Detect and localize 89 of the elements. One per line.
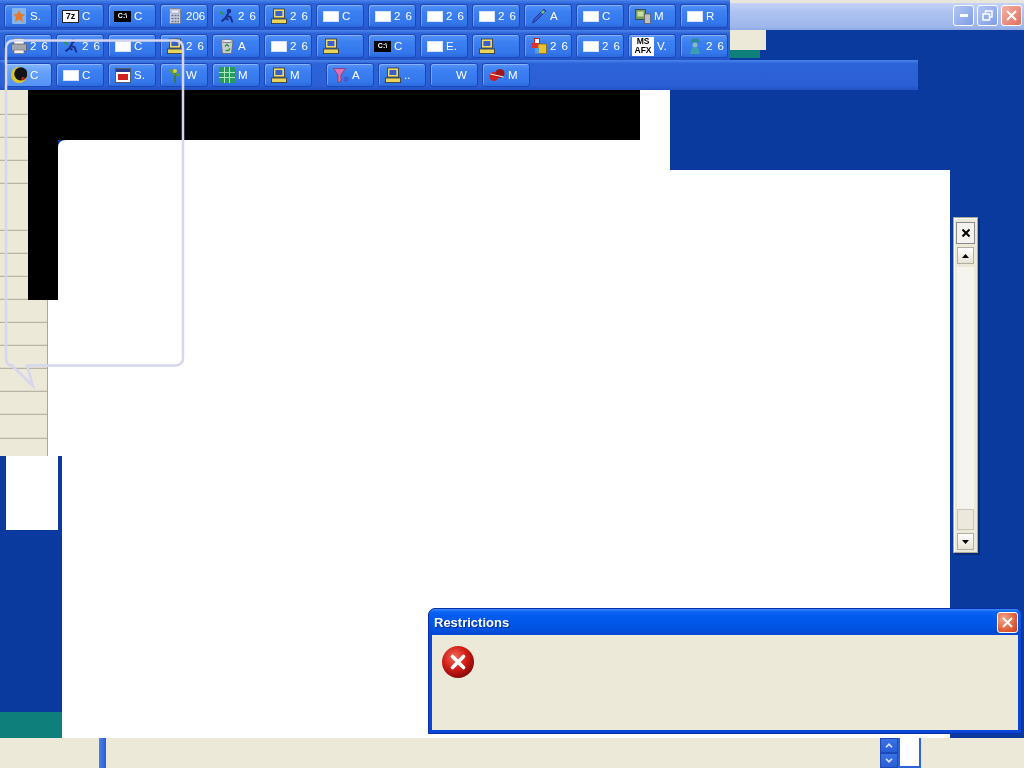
window-icon bbox=[426, 10, 443, 22]
scrollbar-thumb[interactable] bbox=[957, 509, 974, 530]
window-icon bbox=[114, 40, 131, 52]
taskbar-button[interactable]: A bbox=[212, 34, 260, 58]
window-icon bbox=[270, 40, 287, 52]
calculator-icon bbox=[168, 8, 181, 24]
taskbar-button[interactable]: 7z C bbox=[56, 4, 104, 28]
bin-icon bbox=[219, 38, 234, 54]
moon-icon bbox=[10, 67, 27, 83]
dialog-title: Restrictions bbox=[434, 614, 510, 630]
taskbar-button[interactable]: R bbox=[680, 4, 728, 28]
window-icon bbox=[582, 10, 599, 22]
text-tile-icon: MS AFX bbox=[632, 36, 654, 56]
close-button[interactable] bbox=[956, 222, 975, 244]
taskbar-button[interactable]: A bbox=[524, 4, 572, 28]
taskbar-button[interactable]: C bbox=[316, 4, 364, 28]
taskbar-button[interactable]: E. bbox=[420, 34, 468, 58]
taskbar-button[interactable]: 2 6 bbox=[472, 4, 520, 28]
chevron-up-icon bbox=[885, 743, 893, 748]
taskbar-button[interactable]: M bbox=[628, 4, 676, 28]
balls-icon bbox=[488, 68, 505, 82]
printer-icon bbox=[10, 38, 27, 54]
computer-icon bbox=[322, 38, 339, 54]
taskbar-button[interactable]: 2 6 bbox=[212, 4, 260, 28]
taskbar-button[interactable]: M bbox=[212, 63, 260, 87]
window-icon bbox=[374, 10, 391, 22]
taskbar-button[interactable]: 2 6 bbox=[368, 4, 416, 28]
computer-icon bbox=[384, 67, 401, 83]
window-icon bbox=[478, 10, 495, 22]
grid-icon bbox=[218, 67, 235, 83]
close-icon bbox=[1006, 10, 1017, 21]
blocks-icon bbox=[530, 38, 547, 54]
computer-icon bbox=[166, 38, 183, 54]
chevron-down-icon bbox=[885, 758, 893, 763]
app-window-icon bbox=[114, 67, 131, 83]
restore-icon bbox=[982, 10, 993, 21]
taskbar-button[interactable]: 2 6 bbox=[56, 34, 104, 58]
close-icon bbox=[961, 229, 970, 237]
funnel-icon bbox=[332, 67, 349, 83]
taskbar-button[interactable] bbox=[316, 34, 364, 58]
taskbar-button[interactable]: W bbox=[430, 63, 478, 87]
taskbar-button[interactable]: M bbox=[482, 63, 530, 87]
window-fragment bbox=[730, 30, 766, 50]
star-tile-icon bbox=[11, 8, 26, 24]
computer-icon bbox=[270, 8, 287, 24]
taskbar-button[interactable]: S. bbox=[108, 63, 156, 87]
taskbar-button[interactable]: 2 6 bbox=[680, 34, 728, 58]
taskbar-button[interactable]: A bbox=[326, 63, 374, 87]
taskbar-button[interactable]: C bbox=[576, 4, 624, 28]
text-tile-icon: 7z bbox=[62, 9, 79, 23]
spin-up-button[interactable] bbox=[880, 738, 898, 753]
taskbar-button[interactable]: 2 6 bbox=[420, 4, 468, 28]
computer-icon bbox=[478, 38, 495, 54]
taskbar-button[interactable]: 206 bbox=[160, 4, 208, 28]
taskbar-button[interactable]: 2 6 bbox=[160, 34, 208, 58]
device-icon bbox=[634, 8, 651, 24]
desktop-strip bbox=[730, 50, 760, 58]
close-icon bbox=[1002, 616, 1013, 628]
computer-icon bbox=[270, 67, 287, 83]
window-icon bbox=[322, 10, 339, 22]
error-icon bbox=[442, 646, 474, 678]
taskbar-button[interactable]: 2 6 bbox=[264, 4, 312, 28]
taskbar-button[interactable]: .. bbox=[378, 63, 426, 87]
caret-down-icon bbox=[962, 539, 969, 544]
bar-fragment bbox=[99, 738, 106, 768]
minimize-icon bbox=[959, 14, 968, 17]
taskbar-button[interactable] bbox=[472, 34, 520, 58]
window-icon bbox=[426, 40, 443, 52]
taskbar-button[interactable]: 2 6 bbox=[524, 34, 572, 58]
window-icon bbox=[62, 69, 79, 81]
taskbar-button[interactable]: S. bbox=[4, 4, 52, 28]
taskbar-button[interactable]: 2 6 bbox=[576, 34, 624, 58]
taskbar-button[interactable]: W bbox=[160, 63, 208, 87]
window-icon bbox=[582, 40, 599, 52]
scroll-down-button[interactable] bbox=[957, 533, 974, 550]
spin-down-button[interactable] bbox=[880, 753, 898, 768]
taskbar-button[interactable]: C bbox=[4, 63, 52, 87]
pen-icon bbox=[530, 8, 547, 24]
taskbar-button[interactable]: 2 6 bbox=[264, 34, 312, 58]
taskbar-button[interactable]: M bbox=[264, 63, 312, 87]
taskbar-button[interactable]: C bbox=[108, 34, 156, 58]
running-figure-icon bbox=[218, 8, 235, 24]
input-field[interactable] bbox=[898, 738, 921, 768]
taskbar-button[interactable]: C bbox=[56, 63, 104, 87]
desktop-strip bbox=[0, 712, 62, 738]
scroll-up-button[interactable] bbox=[957, 247, 974, 264]
window-icon bbox=[686, 10, 703, 22]
caret-up-icon bbox=[962, 253, 969, 258]
taskbar-button[interactable]: 2 6 bbox=[4, 34, 52, 58]
